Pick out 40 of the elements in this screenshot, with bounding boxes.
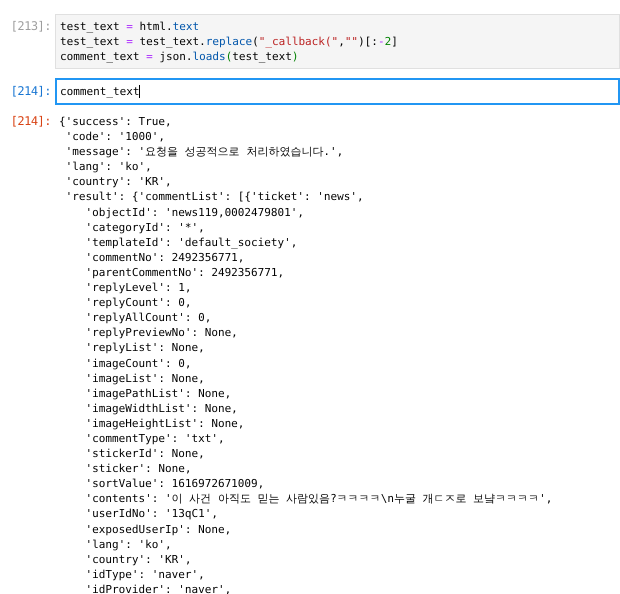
output-line: {'success': True, bbox=[59, 114, 172, 130]
output-line: 'parentCommentNo': 2492356771, bbox=[84, 264, 284, 280]
output-line: 'imageHeightList': None, bbox=[84, 416, 244, 431]
input-prompt: [214]: bbox=[10, 83, 52, 99]
output-line: 'categoryId': '*', bbox=[84, 220, 205, 235]
code-line: comment_text = json.loads(test_text) bbox=[60, 49, 298, 64]
output-line: 'lang': 'ko', bbox=[84, 536, 172, 552]
output-line: 'idType': 'naver', bbox=[84, 566, 205, 582]
output-line: 'objectId': 'news119,0002479801', bbox=[84, 204, 304, 220]
code-line: test_text = test_text.replace("_callback(","")[:-2] bbox=[60, 34, 398, 49]
output-line: 'code': '1000', bbox=[64, 129, 165, 144]
output-line: 'sortValue': 1616972671009, bbox=[84, 476, 264, 492]
output-line: 'replyPreviewNo': None, bbox=[84, 325, 238, 340]
code-cell[interactable]: test_text = html.text test_text = test_text.replace("_callback(","")[:-2] comment_text = json.loads(test_text) bbox=[55, 14, 620, 69]
output-line: 'templateId': 'default_society', bbox=[84, 234, 298, 250]
output-prompt: [214]: bbox=[10, 114, 52, 129]
output-line: 'country': 'KR', bbox=[84, 552, 192, 567]
output-line: 'replyAllCount': 0, bbox=[84, 310, 212, 326]
code-cell[interactable]: comment_text bbox=[55, 78, 620, 105]
output-line: 'stickerId': None, bbox=[84, 446, 205, 462]
output-line: 'replyList': None, bbox=[84, 340, 205, 356]
output-line: 'lang': 'ko', bbox=[64, 159, 152, 174]
output-line: 'imageCount': 0, bbox=[84, 356, 192, 371]
output-line: 'country': 'KR', bbox=[64, 174, 172, 190]
output-line: 'replyLevel': 1, bbox=[84, 280, 192, 296]
output-line: 'message': '요청을 성공적으로 처리하였습니다.', bbox=[64, 144, 344, 160]
output-line: 'contents': '이 사건 아직도 믿는 사람있음?ㅋㅋㅋㅋ\n누굴 개ㄷㅈ로 보냨ㅋㅋㅋㅋ', bbox=[84, 491, 552, 506]
code-line: test_text = html.text bbox=[60, 19, 200, 34]
output-line: 'commentType': 'txt', bbox=[84, 430, 225, 446]
output-line: 'commentNo': 2492356771, bbox=[84, 250, 244, 265]
output-line: 'sticker': None, bbox=[84, 461, 192, 476]
output-line: 'userIdNo': '13qC1', bbox=[84, 506, 218, 522]
output-line: 'imageWidthList': None, bbox=[84, 400, 238, 416]
output-line: 'replyCount': 0, bbox=[84, 295, 192, 310]
code-line: comment_text bbox=[60, 84, 140, 99]
output-line: 'exposedUserIp': None, bbox=[84, 522, 232, 537]
input-prompt: [213]: bbox=[10, 18, 52, 34]
output-line: 'result': {'commentList': [{'ticket': 'news', bbox=[64, 189, 364, 205]
output-line: 'imageList': None, bbox=[84, 370, 205, 386]
output-line: 'imagePathList': None, bbox=[84, 386, 232, 401]
